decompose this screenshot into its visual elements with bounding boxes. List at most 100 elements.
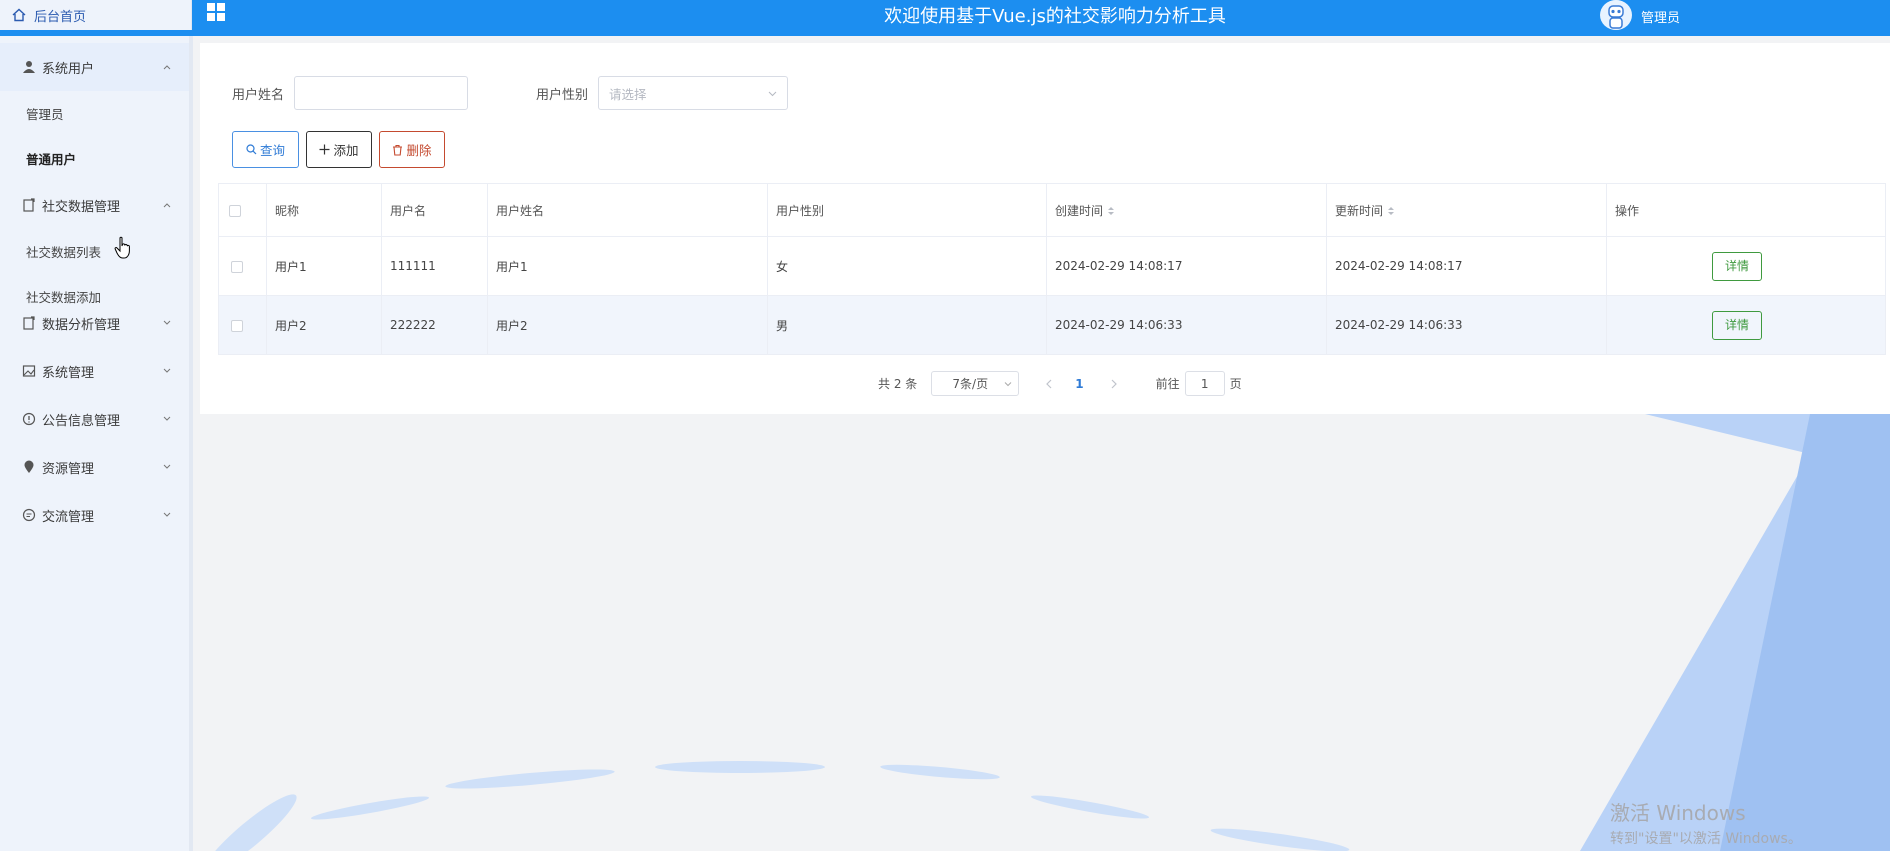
watermark-line1: 激活 Windows [1610, 801, 1746, 825]
hand-cursor-icon [114, 236, 130, 259]
user-table: 昵称 用户名 用户姓名 用户性别 创建时间 更新时间 操作 用户1 111111… [218, 183, 1886, 355]
total-count: 共 2 条 [878, 377, 918, 391]
cell-created: 2024-02-29 14:06:33 [1046, 295, 1327, 355]
goto-page-input[interactable]: 1 [1184, 371, 1225, 396]
select-all-checkbox[interactable] [229, 204, 241, 217]
sidebar: 系统用户 管理员 普通用户 社交数据管理 社交数据列表 社交数据添加 数据分析管… [0, 30, 193, 851]
menu-label: 公告信息管理 [42, 413, 121, 429]
cell-actions: 详情 [1606, 236, 1886, 296]
row-checkbox[interactable] [231, 319, 243, 332]
pagination: 共 2 条 7条/页 1 前往 1 页 [878, 371, 1242, 396]
cell-nickname: 用户2 [266, 295, 382, 355]
windows-activation-watermark: 激活 Windows 转到"设置"以激活 Windows。 [1610, 797, 1802, 848]
col-created-label: 创建时间 [1055, 203, 1104, 218]
detail-button[interactable]: 详情 [1712, 251, 1762, 281]
detail-button[interactable]: 详情 [1712, 310, 1762, 340]
next-page-icon[interactable] [1106, 376, 1122, 392]
sort-icon [1108, 207, 1115, 215]
row-checkbox-cell [218, 236, 267, 296]
username-label[interactable]: 管理员 [1641, 7, 1680, 26]
chevron-down-icon [163, 512, 171, 517]
table-row: 用户1 111111 用户1 女 2024-02-29 14:08:17 202… [218, 236, 1886, 296]
table-row: 用户2 222222 用户2 男 2024-02-29 14:06:33 202… [218, 295, 1886, 355]
background-decoration [203, 414, 1890, 851]
filter-row: 用户姓名 用户性别 请选择 [232, 76, 789, 110]
user-icon [23, 61, 35, 73]
search-icon [246, 144, 257, 155]
toolbar: 查询 添加 删除 [232, 131, 445, 168]
watermark-line2: 转到"设置"以激活 Windows。 [1610, 831, 1802, 847]
col-gender: 用户性别 [767, 183, 1047, 237]
sidebar-item-admin[interactable]: 管理员 [0, 91, 189, 136]
gender-filter-select[interactable]: 请选择 [598, 76, 789, 110]
menu-communication-management[interactable]: 交流管理 [0, 491, 189, 539]
col-created[interactable]: 创建时间 [1046, 183, 1327, 237]
chat-icon [22, 508, 36, 522]
menu-label: 系统管理 [42, 365, 95, 381]
cell-realname: 用户1 [487, 236, 768, 296]
delete-button[interactable]: 删除 [379, 131, 445, 168]
menu-resource-management[interactable]: 资源管理 [0, 443, 189, 491]
plus-icon [319, 144, 330, 155]
chevron-up-icon [163, 65, 171, 70]
gender-filter-label: 用户性别 [536, 87, 589, 103]
location-icon [24, 460, 34, 473]
menu-group-system-users: 系统用户 管理员 普通用户 [0, 43, 189, 181]
chevron-down-icon [163, 416, 171, 421]
chevron-down-icon [768, 91, 777, 97]
add-button[interactable]: 添加 [306, 131, 372, 168]
cell-created: 2024-02-29 14:08:17 [1046, 236, 1327, 296]
cell-gender: 男 [767, 295, 1047, 355]
page-size-value: 7条/页 [952, 377, 989, 391]
page-size-select[interactable]: 7条/页 [931, 371, 1020, 396]
menu-label: 系统用户 [42, 61, 95, 77]
col-nickname: 昵称 [266, 183, 382, 237]
table-header-row: 昵称 用户名 用户姓名 用户性别 创建时间 更新时间 操作 [218, 183, 1886, 237]
cell-gender: 女 [767, 236, 1047, 296]
row-checkbox[interactable] [231, 260, 243, 273]
select-all-cell [218, 183, 267, 237]
name-filter-input[interactable] [294, 76, 469, 110]
sidebar-item-social-data-list[interactable]: 社交数据列表 [0, 229, 189, 274]
menu-label: 数据分析管理 [42, 317, 121, 333]
sort-icon [1388, 207, 1395, 215]
menu-label: 资源管理 [42, 461, 95, 477]
menu-notice-management[interactable]: 公告信息管理 [0, 395, 189, 443]
info-icon [22, 412, 36, 426]
robot-avatar-icon [1601, 0, 1631, 30]
col-updated-label: 更新时间 [1335, 203, 1384, 218]
menu-system-users[interactable]: 系统用户 [0, 43, 189, 91]
menu-data-analysis[interactable]: 数据分析管理 [0, 299, 189, 347]
menu-label: 交流管理 [42, 509, 95, 525]
query-button[interactable]: 查询 [232, 131, 299, 168]
goto-label: 前往 [1155, 377, 1180, 391]
col-username: 用户名 [381, 183, 488, 237]
chevron-down-icon [163, 320, 171, 325]
doc-icon [23, 316, 35, 330]
cell-updated: 2024-02-29 14:06:33 [1326, 295, 1607, 355]
col-realname: 用户姓名 [487, 183, 768, 237]
gender-select-placeholder: 请选择 [609, 86, 647, 102]
cell-nickname: 用户1 [266, 236, 382, 296]
top-header: 后台首页 欢迎使用基于Vue.js的社交影响力分析工具 管理员 [0, 0, 1890, 36]
chevron-up-icon [163, 203, 171, 208]
trash-icon [393, 144, 403, 156]
col-updated[interactable]: 更新时间 [1326, 183, 1607, 237]
menu-system-management[interactable]: 系统管理 [0, 347, 189, 395]
page-number-current[interactable]: 1 [1075, 377, 1083, 391]
menu-social-data[interactable]: 社交数据管理 [0, 181, 189, 229]
query-button-label: 查询 [259, 143, 285, 158]
add-button-label: 添加 [333, 143, 359, 158]
prev-page-icon[interactable] [1041, 376, 1057, 392]
chevron-down-icon [163, 464, 171, 469]
chevron-down-icon [1004, 382, 1012, 387]
menu-label: 社交数据管理 [42, 199, 121, 215]
sidebar-item-normal-users[interactable]: 普通用户 [0, 136, 189, 181]
col-actions: 操作 [1606, 183, 1886, 237]
page-suffix: 页 [1229, 377, 1242, 391]
cell-username: 222222 [381, 295, 488, 355]
row-checkbox-cell [218, 295, 267, 355]
doc-icon [23, 198, 35, 212]
chevron-down-icon [163, 368, 171, 373]
avatar[interactable] [1600, 0, 1632, 30]
